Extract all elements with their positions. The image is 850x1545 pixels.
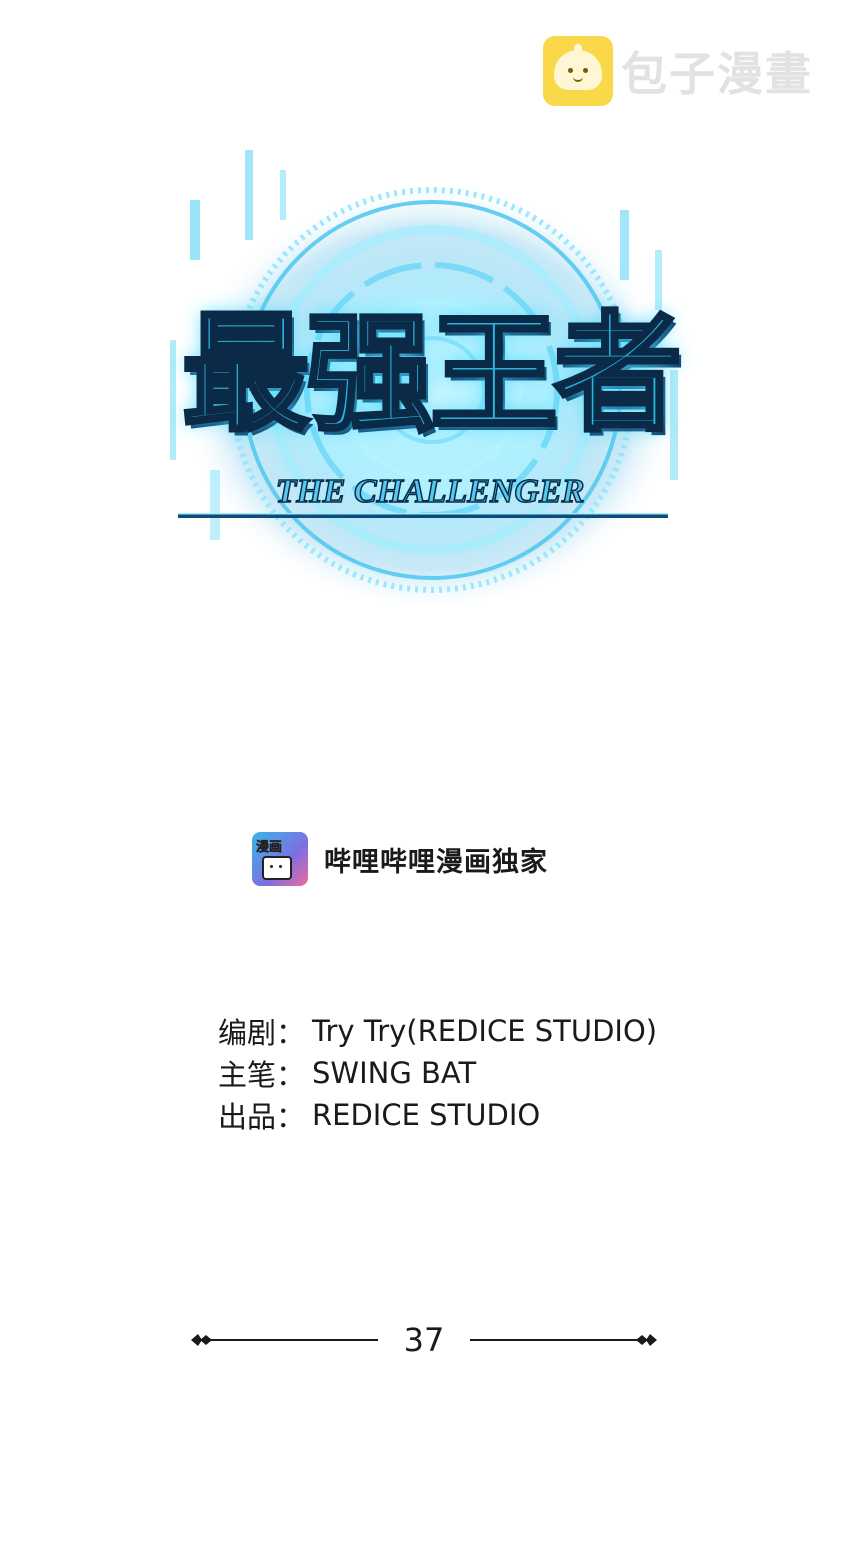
logo-subtitle: THE CHALLENGER <box>275 472 585 511</box>
app-icon-text: 漫画 <box>256 840 283 856</box>
chapter-divider: 37 <box>190 1318 658 1362</box>
divider-line-left <box>210 1339 378 1341</box>
credit-row-writer: 编剧： Try Try(REDICE STUDIO) <box>218 1010 657 1052</box>
watermark-text: 包子漫畫 <box>621 47 813 101</box>
exclusive-badge: 漫画 哔哩哔哩漫画独家 <box>252 832 548 886</box>
divider-line-right <box>470 1339 638 1341</box>
watermark: 包子漫畫 <box>543 36 813 106</box>
credit-value: SWING BAT <box>312 1056 477 1090</box>
credit-label: 主笔： <box>218 1058 306 1092</box>
credit-row-artist: 主笔： SWING BAT <box>218 1052 657 1094</box>
credit-value: REDICE STUDIO <box>312 1098 541 1132</box>
bilibili-manga-app-icon: 漫画 <box>252 832 308 886</box>
series-logo: 最强王者 THE CHALLENGER <box>150 140 710 610</box>
divider-ornament-left-icon <box>191 1334 212 1346</box>
credit-label: 出品： <box>218 1100 306 1134</box>
exclusive-text: 哔哩哔哩漫画独家 <box>324 846 548 878</box>
chapter-number: 37 <box>403 1321 445 1359</box>
credit-value: Try Try(REDICE STUDIO) <box>312 1014 658 1048</box>
logo-title: 最强王者 <box>180 297 684 451</box>
divider-ornament-right-icon <box>636 1334 657 1346</box>
credit-row-publisher: 出品： REDICE STUDIO <box>218 1094 657 1136</box>
credits-block: 编剧： Try Try(REDICE STUDIO) 主笔： SWING BAT… <box>218 1010 657 1136</box>
credit-label: 编剧： <box>218 1016 306 1050</box>
steamed-bun-icon <box>543 36 613 106</box>
